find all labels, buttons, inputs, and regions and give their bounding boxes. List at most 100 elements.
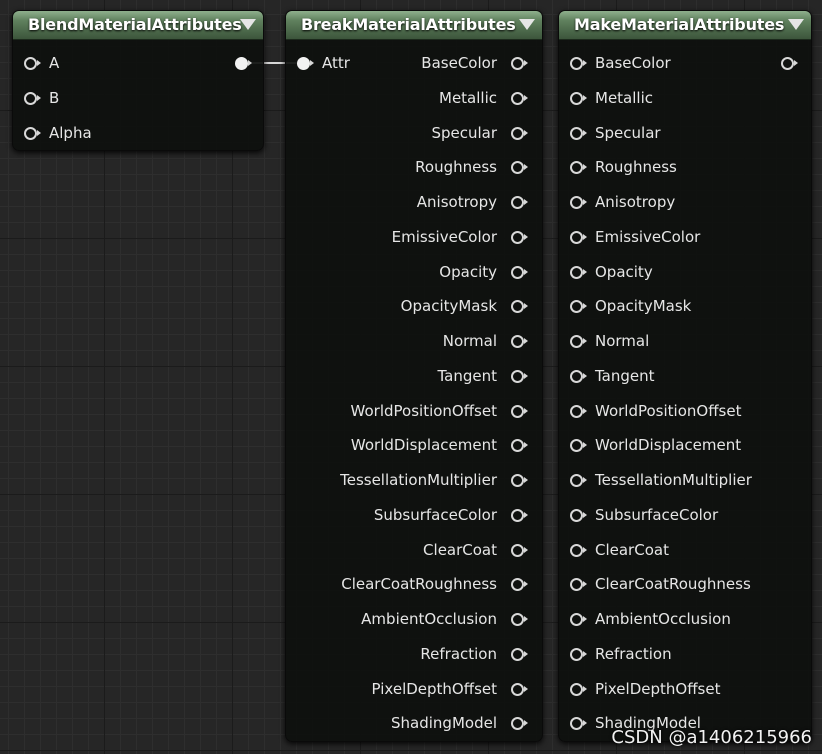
input-pin-icon[interactable] xyxy=(570,126,587,140)
input-pin-icon[interactable] xyxy=(570,647,587,661)
output-pin-icon[interactable] xyxy=(511,439,528,453)
output-pin-row-opacity[interactable]: Opacity xyxy=(296,260,532,284)
output-pin-icon[interactable] xyxy=(511,508,528,522)
input-pin-icon[interactable] xyxy=(570,474,587,487)
output-pin-icon[interactable] xyxy=(511,578,528,592)
output-pin-icon[interactable] xyxy=(511,91,528,105)
output-pin-icon[interactable] xyxy=(511,335,528,348)
input-pin-row-roughness[interactable]: Roughness xyxy=(569,155,801,179)
pin-label: WorldPositionOffset xyxy=(595,401,742,420)
output-pin-row-shading-model[interactable]: ShadingModel xyxy=(296,711,532,735)
output-pin-row-normal[interactable]: Normal xyxy=(296,329,532,353)
dropdown-arrow-icon[interactable] xyxy=(519,19,535,30)
output-pin-row-pixel-depth-offset[interactable]: PixelDepthOffset xyxy=(296,677,532,701)
output-pin-row-opacity-mask[interactable]: OpacityMask xyxy=(296,294,532,318)
input-pin-icon[interactable] xyxy=(570,265,587,279)
output-pin-row-emissive-color[interactable]: EmissiveColor xyxy=(296,225,532,249)
node-header[interactable]: BreakMaterialAttributes xyxy=(286,11,542,40)
input-pin-row-emissive-color[interactable]: EmissiveColor xyxy=(569,225,801,249)
output-pin-row-world-position-offset[interactable]: WorldPositionOffset xyxy=(296,399,532,423)
output-pin-row-clear-coat[interactable]: ClearCoat xyxy=(296,538,532,562)
output-pin-icon[interactable] xyxy=(511,682,528,696)
output-pin-row-world-displacement[interactable]: WorldDisplacement xyxy=(296,433,532,457)
input-pin-row-opacity[interactable]: Opacity xyxy=(569,260,801,284)
output-pin-icon[interactable] xyxy=(511,196,528,209)
input-pin-icon[interactable] xyxy=(570,578,587,592)
output-pin-icon[interactable] xyxy=(511,161,528,175)
output-pin-row-metallic[interactable]: Metallic xyxy=(296,86,532,110)
input-pin-row-anisotropy[interactable]: Anisotropy xyxy=(569,190,801,214)
input-pin-row-tangent[interactable]: Tangent xyxy=(569,364,801,388)
output-pin-row-ambient-occlusion[interactable]: AmbientOcclusion xyxy=(296,607,532,631)
output-pin-icon[interactable] xyxy=(511,474,528,487)
input-pin-icon[interactable] xyxy=(570,717,587,731)
input-pin-icon[interactable] xyxy=(570,404,587,418)
input-pin-icon[interactable] xyxy=(570,369,587,383)
output-pin-row-clear-coat-roughness[interactable]: ClearCoatRoughness xyxy=(296,572,532,596)
input-pin-row-ambient-occlusion[interactable]: AmbientOcclusion xyxy=(569,607,801,631)
node-header[interactable]: MakeMaterialAttributes xyxy=(559,11,811,40)
input-pin-row-alpha[interactable]: Alpha xyxy=(23,121,253,145)
input-pin-icon[interactable] xyxy=(570,508,587,522)
input-pin-row-clear-coat[interactable]: ClearCoat xyxy=(569,538,801,562)
output-pin-row-tangent[interactable]: Tangent xyxy=(296,364,532,388)
input-pin-icon[interactable] xyxy=(570,682,587,696)
dropdown-arrow-icon[interactable] xyxy=(240,19,256,30)
input-pin-row-tessellation-multiplier[interactable]: TessellationMultiplier xyxy=(569,468,801,492)
output-pin-row-specular[interactable]: Specular xyxy=(296,121,532,145)
break-material-attributes-node[interactable]: BreakMaterialAttributes Attr BaseColor Me… xyxy=(285,10,543,742)
output-pin-icon[interactable] xyxy=(511,300,528,314)
output-pin-icon[interactable] xyxy=(235,57,252,70)
input-pin-icon[interactable] xyxy=(570,613,587,626)
make-material-attributes-node[interactable]: MakeMaterialAttributes BaseColor Metallic… xyxy=(558,10,812,742)
input-pin-row-normal[interactable]: Normal xyxy=(569,329,801,353)
input-pin-icon[interactable] xyxy=(570,230,587,244)
output-pin-row-anisotropy[interactable]: Anisotropy xyxy=(296,190,532,214)
output-pin-icon[interactable] xyxy=(781,57,798,70)
output-pin-row-base-color[interactable]: BaseColor xyxy=(296,51,532,75)
input-pin-row-a[interactable]: A xyxy=(23,51,253,75)
output-pin-icon[interactable] xyxy=(511,230,528,244)
input-pin-icon[interactable] xyxy=(570,57,587,70)
output-pin-icon[interactable] xyxy=(511,57,528,70)
output-pin-icon[interactable] xyxy=(511,717,528,731)
output-pin-icon[interactable] xyxy=(511,404,528,418)
output-pin-row-subsurface-color[interactable]: SubsurfaceColor xyxy=(296,503,532,527)
output-pin-icon[interactable] xyxy=(511,126,528,140)
output-pin-row-refraction[interactable]: Refraction xyxy=(296,642,532,666)
input-pin-row-metallic[interactable]: Metallic xyxy=(569,86,801,110)
input-pin-row-pixel-depth-offset[interactable]: PixelDepthOffset xyxy=(569,677,801,701)
input-pin-row-world-position-offset[interactable]: WorldPositionOffset xyxy=(569,399,801,423)
input-pin-icon[interactable] xyxy=(570,300,587,314)
output-pin-icon[interactable] xyxy=(511,265,528,279)
input-pin-row-clear-coat-roughness[interactable]: ClearCoatRoughness xyxy=(569,572,801,596)
output-pin-icon[interactable] xyxy=(511,369,528,383)
watermark-text: CSDN @a1406215966 xyxy=(611,727,812,748)
pin-label: SubsurfaceColor xyxy=(373,505,497,524)
output-pin-row-roughness[interactable]: Roughness xyxy=(296,155,532,179)
input-pin-icon[interactable] xyxy=(570,335,587,348)
input-pin-icon[interactable] xyxy=(570,543,587,557)
blend-material-attributes-node[interactable]: BlendMaterialAttributes A B Alpha xyxy=(12,10,264,151)
output-pin-icon[interactable] xyxy=(511,613,528,626)
input-pin-row-opacity-mask[interactable]: OpacityMask xyxy=(569,294,801,318)
input-pin-icon[interactable] xyxy=(570,196,587,209)
pin-label: WorldPositionOffset xyxy=(350,401,497,420)
input-pin-row-world-displacement[interactable]: WorldDisplacement xyxy=(569,433,801,457)
output-pin-icon[interactable] xyxy=(511,543,528,557)
input-pin-icon[interactable] xyxy=(24,57,41,70)
input-pin-icon[interactable] xyxy=(570,91,587,105)
input-pin-icon[interactable] xyxy=(570,439,587,453)
input-pin-row-refraction[interactable]: Refraction xyxy=(569,642,801,666)
input-pin-row-subsurface-color[interactable]: SubsurfaceColor xyxy=(569,503,801,527)
dropdown-arrow-icon[interactable] xyxy=(788,19,804,30)
input-pin-icon[interactable] xyxy=(24,126,41,140)
output-pin-row-tessellation-multiplier[interactable]: TessellationMultiplier xyxy=(296,468,532,492)
input-pin-icon[interactable] xyxy=(24,91,41,105)
node-header[interactable]: BlendMaterialAttributes xyxy=(13,11,263,40)
input-pin-row-specular[interactable]: Specular xyxy=(569,121,801,145)
input-pin-row-base-color[interactable]: BaseColor xyxy=(569,51,801,75)
input-pin-icon[interactable] xyxy=(570,161,587,175)
output-pin-icon[interactable] xyxy=(511,647,528,661)
input-pin-row-b[interactable]: B xyxy=(23,86,253,110)
